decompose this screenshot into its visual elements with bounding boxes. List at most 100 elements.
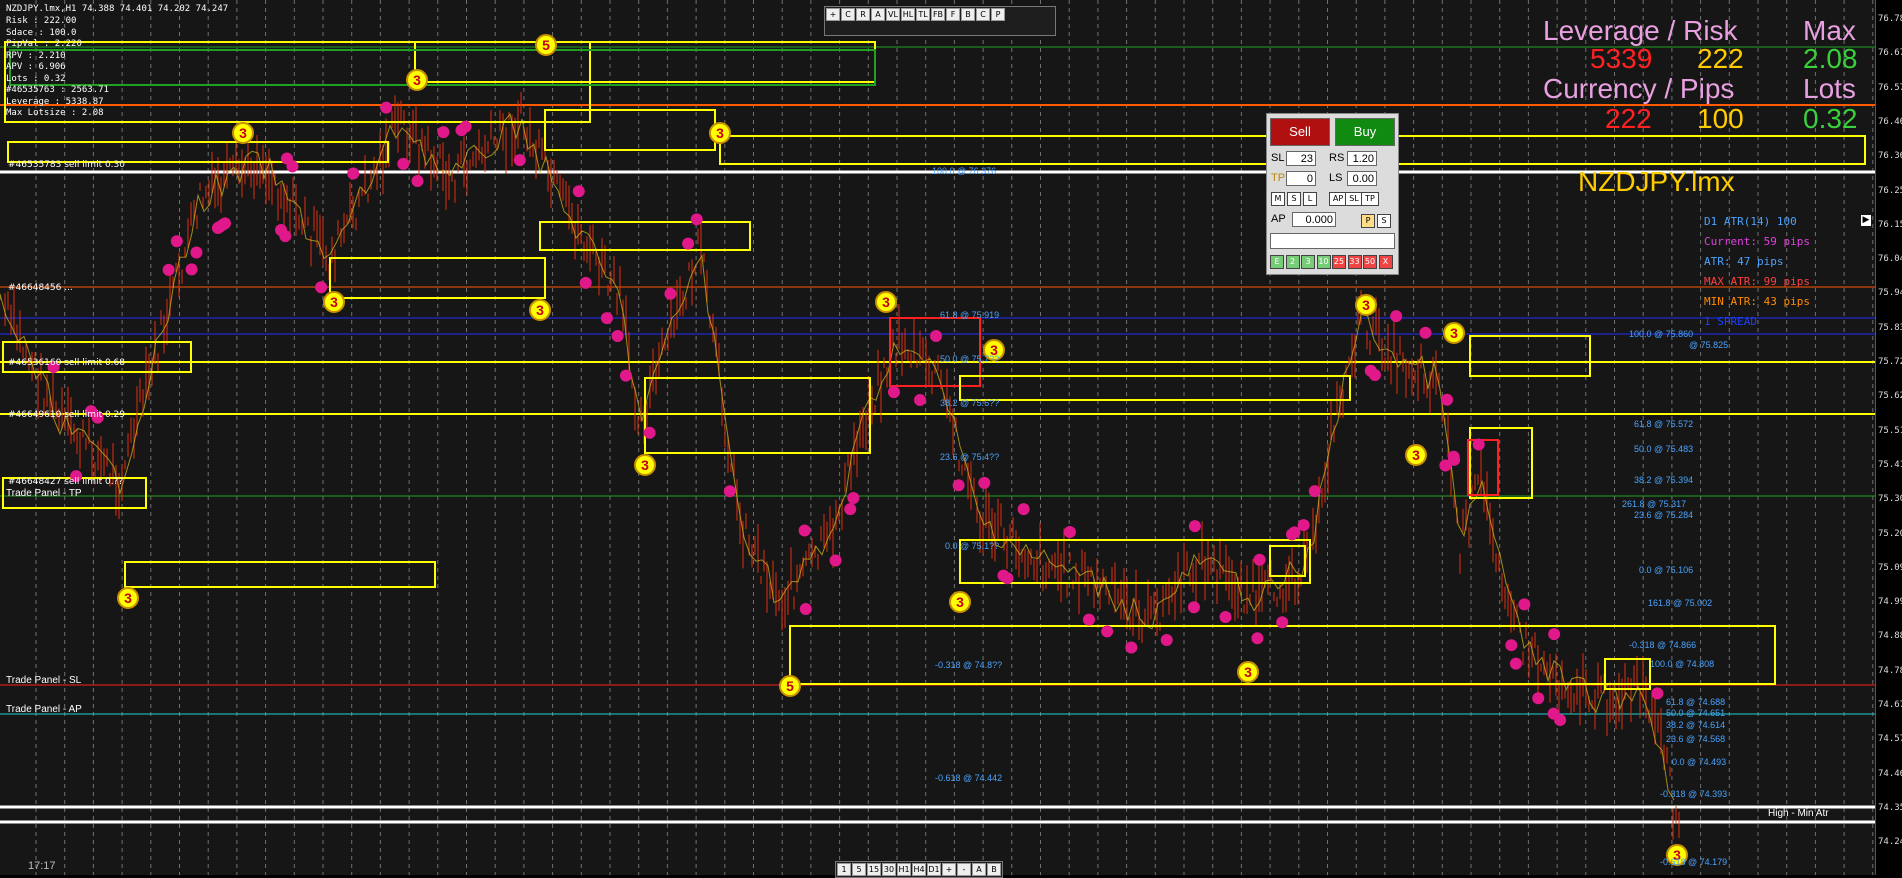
trade-panel-tp-label: Trade Panel - TP bbox=[6, 488, 82, 499]
fib-label-right: 61.8 @ 74.688 bbox=[1666, 697, 1726, 707]
toolbar-button[interactable]: C bbox=[976, 8, 990, 21]
svg-text:3: 3 bbox=[716, 125, 724, 141]
toolbar-button[interactable]: R bbox=[856, 8, 870, 21]
rs-input[interactable]: 1.20 bbox=[1347, 151, 1377, 166]
close-percent-button[interactable]: E bbox=[1270, 255, 1284, 269]
panel-option-button[interactable]: TP bbox=[1361, 192, 1379, 206]
ap-input[interactable]: 0.000 bbox=[1292, 212, 1336, 227]
order-label[interactable]: #46536160 sell limit 0.68 bbox=[8, 358, 125, 368]
fib-label-right: 50.0 @ 74.651 bbox=[1666, 708, 1726, 718]
price-scale[interactable]: 76.780 76.675 76.570 76.465 76.360 76.255 76.1… bbox=[1875, 0, 1902, 875]
ls-input[interactable]: 0.00 bbox=[1347, 171, 1377, 186]
order-label[interactable]: #46535783 sell limit 0.30 bbox=[8, 160, 125, 170]
toolbar-button[interactable]: + bbox=[826, 8, 840, 21]
timeframe-button[interactable]: H4 bbox=[912, 863, 926, 876]
close-percent-button[interactable]: 25 bbox=[1332, 255, 1346, 269]
collapse-arrow-icon[interactable]: ▶ bbox=[1861, 215, 1871, 226]
order-label[interactable]: #46649610 sell limit 0.29 bbox=[8, 410, 125, 420]
chart-area[interactable]: 53333333333333533 Risk : 222.00 Sdace : 1… bbox=[0, 0, 1875, 878]
timeframe-button[interactable]: + bbox=[942, 863, 956, 876]
tp-input[interactable]: 0 bbox=[1286, 171, 1316, 186]
toolbar-button[interactable]: VL bbox=[886, 8, 900, 21]
timeframe-button[interactable]: 5 bbox=[852, 863, 866, 876]
price-tick: 76.675 bbox=[1878, 48, 1902, 59]
timeframe-button[interactable]: B bbox=[987, 863, 1001, 876]
price-chart[interactable]: 533 33 3 3333333 3533 bbox=[0, 0, 1875, 875]
price-tick: 74.990 bbox=[1878, 597, 1902, 608]
magenta-dot bbox=[619, 369, 632, 382]
magenta-dot bbox=[1253, 553, 1266, 566]
fib-label-left: 100.0 @ 76.376 bbox=[932, 166, 997, 176]
toolbar-button[interactable]: TL bbox=[916, 8, 930, 21]
comment-input[interactable] bbox=[1270, 233, 1395, 249]
zone-rectangle bbox=[9, 49, 876, 86]
price-tick: 75.620 bbox=[1878, 391, 1902, 402]
timeframe-button[interactable]: 15 bbox=[867, 863, 881, 876]
info-line: Leverage : 5338.87 bbox=[6, 96, 104, 107]
trade-panel: Sell Buy SL 23 RS 1.20 TP 0 LS 0.00 MSLA… bbox=[1266, 113, 1399, 275]
toolbar-button[interactable]: P bbox=[991, 8, 1005, 21]
panel-option-button[interactable]: L bbox=[1303, 192, 1317, 206]
magenta-dot bbox=[930, 330, 943, 343]
price-tick: 76.045 bbox=[1878, 254, 1902, 265]
order-label[interactable]: #46648427 sell limit 0.?? bbox=[8, 477, 123, 487]
account-info: Risk : 222.00 Sdace : 100.0 PipVal : 2.220… bbox=[6, 16, 109, 120]
price-tick: 74.780 bbox=[1878, 665, 1902, 676]
info-line: #46535763 : 2563.71 bbox=[6, 85, 109, 95]
lots-value: 0.32 bbox=[1803, 103, 1858, 134]
panel-option-button[interactable]: M bbox=[1271, 192, 1285, 206]
timeframe-button[interactable]: - bbox=[957, 863, 971, 876]
sl-input[interactable]: 23 bbox=[1286, 151, 1316, 166]
info-line: Sdace : 100.0 bbox=[6, 27, 77, 38]
svg-text:3: 3 bbox=[330, 294, 338, 310]
swing-marker: 3 bbox=[709, 122, 731, 144]
atr-title: D1 ATR(14) 100 bbox=[1704, 215, 1797, 228]
close-percent-button[interactable]: 3 bbox=[1301, 255, 1315, 269]
toolbar-button[interactable]: C bbox=[841, 8, 855, 21]
toolbar-button[interactable]: A bbox=[871, 8, 885, 21]
close-percent-button[interactable]: 50 bbox=[1363, 255, 1377, 269]
timeframe-button[interactable]: A bbox=[972, 863, 986, 876]
magenta-dot bbox=[1063, 525, 1076, 538]
timeframe-button[interactable]: H1 bbox=[897, 863, 911, 876]
toolbar-button[interactable]: F bbox=[946, 8, 960, 21]
p-button[interactable]: P bbox=[1361, 214, 1375, 228]
buy-button[interactable]: Buy bbox=[1335, 118, 1395, 146]
swing-marker: 3 bbox=[232, 122, 254, 144]
atr-current: Current: 59 pips bbox=[1704, 235, 1810, 248]
trade-panel-ap-label: Trade Panel - AP bbox=[6, 704, 82, 715]
fib-label-right: 23.6 @ 75.284 bbox=[1634, 510, 1694, 520]
max-value: 2.08 bbox=[1803, 43, 1858, 74]
close-percent-button[interactable]: X bbox=[1378, 255, 1393, 269]
timeframe-button[interactable]: 30 bbox=[882, 863, 896, 876]
svg-text:3: 3 bbox=[956, 594, 964, 610]
toolbar-button[interactable]: FB bbox=[931, 8, 945, 21]
order-label[interactable]: #46648456 ... bbox=[8, 283, 73, 293]
s-button[interactable]: S bbox=[1377, 214, 1391, 228]
close-percent-button[interactable]: 2 bbox=[1285, 255, 1300, 269]
toolbar-button[interactable]: HL bbox=[901, 8, 915, 21]
zone-rectangle bbox=[124, 561, 436, 588]
toolbar-button[interactable]: B bbox=[961, 8, 975, 21]
magenta-dot bbox=[1509, 657, 1522, 670]
magenta-dot bbox=[1518, 598, 1531, 611]
fib-label-left: 23.6 @ 75.4?? bbox=[940, 452, 1000, 462]
svg-text:3: 3 bbox=[1244, 664, 1252, 680]
atr-value: ATR: 47 pips bbox=[1704, 255, 1784, 268]
svg-text:3: 3 bbox=[536, 302, 544, 318]
panel-option-button[interactable]: S bbox=[1287, 192, 1301, 206]
close-percent-button[interactable]: 33 bbox=[1347, 255, 1362, 269]
trade-panel-sl-label: Trade Panel - SL bbox=[6, 675, 82, 686]
svg-text:5: 5 bbox=[786, 678, 794, 694]
swing-marker: 3 bbox=[1443, 322, 1465, 344]
timeframe-button[interactable]: D1 bbox=[927, 863, 941, 876]
magenta-dot bbox=[380, 101, 393, 114]
summary-header-lots: Lots bbox=[1803, 73, 1856, 104]
svg-text:3: 3 bbox=[641, 457, 649, 473]
rs-label: RS bbox=[1329, 152, 1345, 164]
timeframe-button[interactable]: 1 bbox=[837, 863, 851, 876]
close-percent-button[interactable]: 10 bbox=[1316, 255, 1331, 269]
sell-button[interactable]: Sell bbox=[1270, 118, 1330, 146]
info-line: Max Lotsize : 2.08 bbox=[6, 108, 104, 118]
magenta-dot bbox=[1219, 610, 1232, 623]
